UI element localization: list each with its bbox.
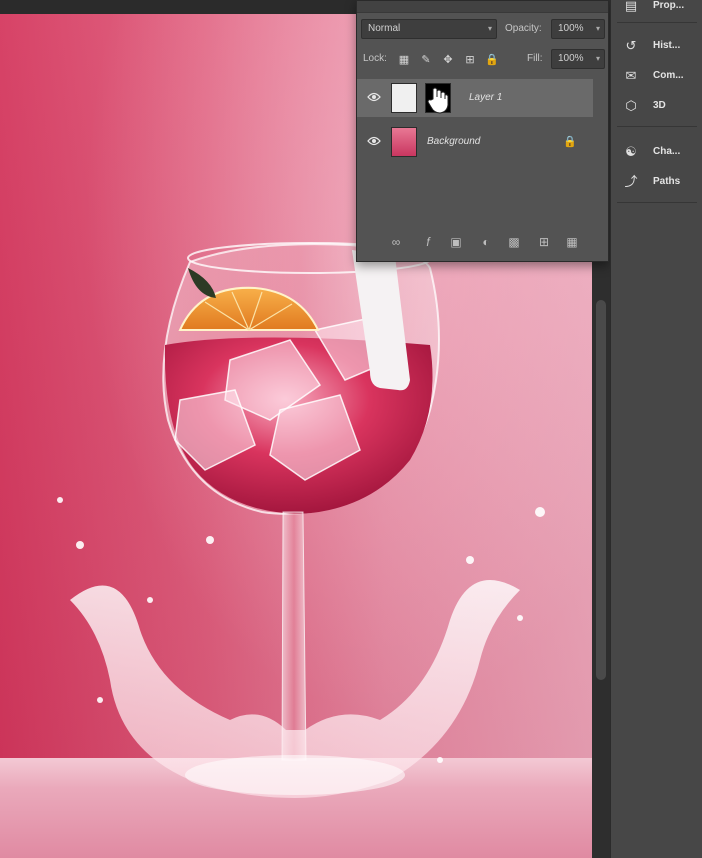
- mask-icon[interactable]: ▣: [449, 235, 463, 249]
- lock-label: Lock:: [363, 53, 387, 64]
- lock-transparent-pixels-icon[interactable]: ▦: [397, 53, 411, 67]
- fill-label: Fill:: [527, 53, 543, 64]
- dock-item-label: Hist...: [653, 40, 681, 51]
- opacity-value: 100%: [558, 23, 584, 34]
- dock-divider: [617, 202, 697, 203]
- dock-item-comments[interactable]: ✉ Com...: [611, 62, 702, 90]
- layers-panel-header: [357, 1, 608, 13]
- layer-name[interactable]: Background: [427, 123, 480, 161]
- dock-item-3d[interactable]: ⬡ 3D: [611, 92, 702, 120]
- channels-icon: ☯: [625, 144, 637, 159]
- layer-name[interactable]: Layer 1: [469, 79, 502, 117]
- dock-item-channels[interactable]: ☯ Cha...: [611, 138, 702, 166]
- dock-item-label: Prop...: [653, 0, 685, 11]
- layer-row-background[interactable]: Background 🔒: [357, 123, 593, 161]
- opacity-field[interactable]: 100% ▾: [551, 19, 605, 39]
- chevron-down-icon: ▾: [595, 24, 600, 33]
- dock-item-label: Cha...: [653, 146, 681, 157]
- comments-icon: ✉: [625, 68, 637, 83]
- 3d-cube-icon: ⬡: [625, 98, 637, 113]
- dock-item-label: Paths: [653, 176, 681, 187]
- group-folder-icon[interactable]: ▩: [507, 235, 521, 249]
- fill-value: 100%: [558, 53, 584, 64]
- dock-item-history[interactable]: ↺ Hist...: [611, 32, 702, 60]
- lock-position-move-icon[interactable]: ✥: [441, 53, 455, 67]
- paths-icon: ⤴: [624, 174, 638, 189]
- link-icon[interactable]: ∞: [389, 235, 403, 249]
- fx-icon[interactable]: f: [421, 235, 435, 249]
- opacity-label: Opacity:: [505, 23, 542, 34]
- dock-item-paths[interactable]: ⤴ Paths: [611, 168, 702, 196]
- properties-icon: ▤: [624, 0, 638, 13]
- layer-lock-icon[interactable]: 🔒: [563, 135, 577, 149]
- scrollbar-thumb[interactable]: [596, 300, 606, 680]
- blend-mode-value: Normal: [368, 23, 401, 34]
- new-layer-icon[interactable]: ⊞: [537, 235, 551, 249]
- dock-item-properties[interactable]: ▤ Prop...: [611, 0, 702, 20]
- history-icon: ↺: [625, 38, 637, 53]
- dock-divider: [617, 22, 697, 23]
- layers-panel-footer: ∞ f ▣ ◐ ▩ ⊞ ▦: [357, 225, 608, 261]
- adjustment-icon[interactable]: ◐: [479, 235, 493, 249]
- lock-artboard-icon[interactable]: ⊞: [463, 53, 477, 67]
- layers-panel: Normal ▾ Opacity: 100% ▾ Lock: ▦ ✎ ✥ ⊞ 🔒…: [356, 0, 609, 262]
- dock-item-label: 3D: [653, 100, 666, 111]
- visibility-eye-icon[interactable]: [367, 135, 381, 147]
- chevron-down-icon: ▾: [487, 24, 492, 33]
- layer-thumbnail[interactable]: [391, 83, 417, 113]
- dock-divider: [617, 126, 697, 127]
- layer-row-layer-1[interactable]: Layer 1: [357, 79, 593, 117]
- chevron-down-icon: ▾: [595, 54, 600, 63]
- hand-cursor-icon: [427, 87, 449, 114]
- trash-icon[interactable]: ▦: [565, 235, 579, 249]
- lock-image-pixels-brush-icon[interactable]: ✎: [419, 53, 433, 67]
- visibility-eye-icon[interactable]: [367, 91, 381, 103]
- right-panel-dock: ▤ Prop... ↺ Hist... ✉ Com... ⬡ 3D ☯ Cha.…: [610, 0, 702, 858]
- blend-mode-select[interactable]: Normal ▾: [361, 19, 497, 39]
- lock-all-icon[interactable]: 🔒: [485, 53, 499, 67]
- fill-field[interactable]: 100% ▾: [551, 49, 605, 69]
- dock-item-label: Com...: [653, 70, 684, 81]
- layer-thumbnail[interactable]: [391, 127, 417, 157]
